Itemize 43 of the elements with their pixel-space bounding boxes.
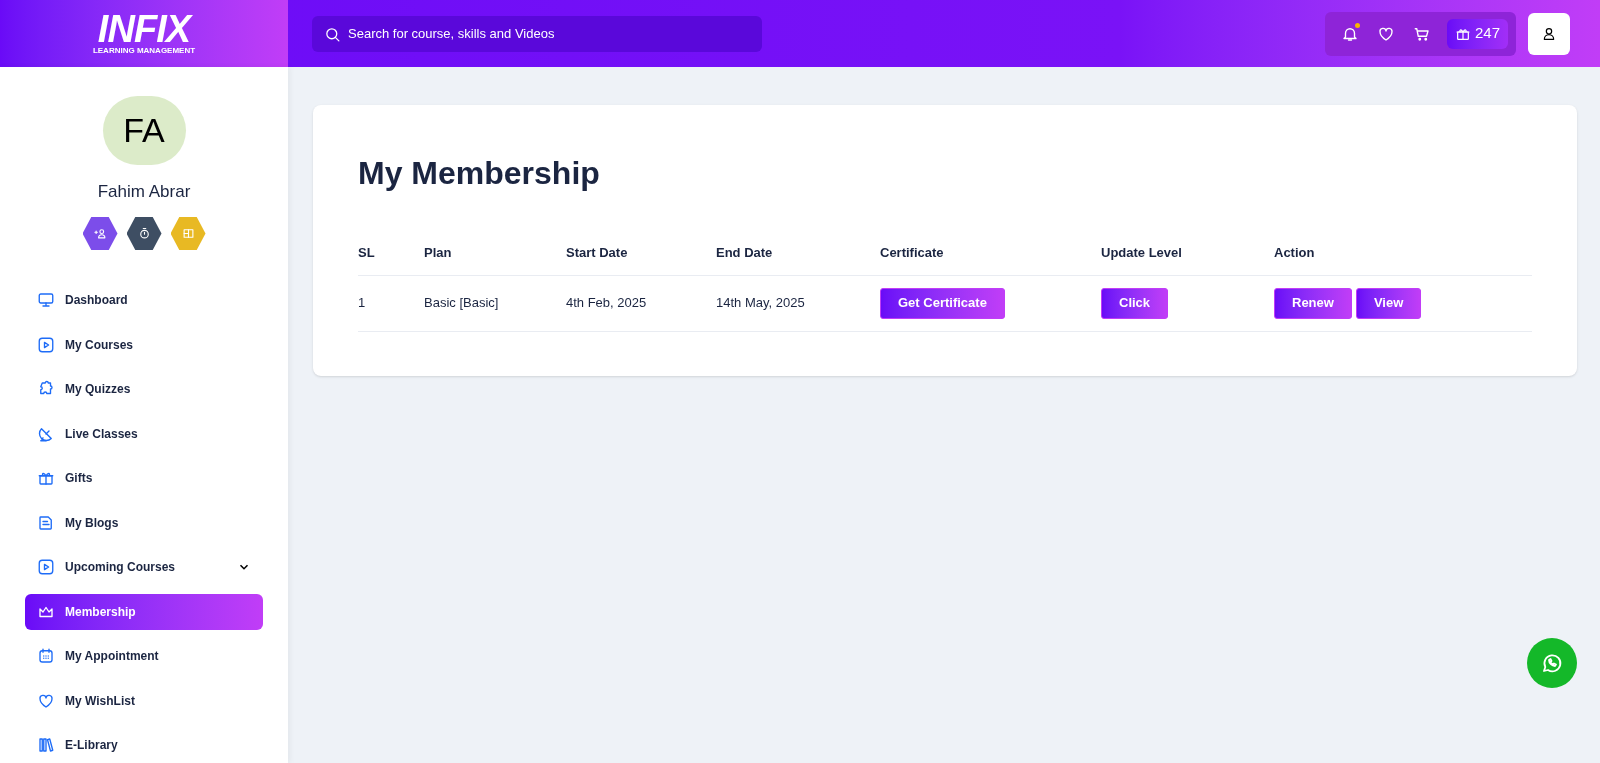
action-button[interactable]: View — [1355, 287, 1422, 319]
avatar: FA — [102, 96, 186, 165]
sidebar-item[interactable]: My Blogs — [25, 504, 263, 541]
sidebar-item[interactable]: My Courses — [25, 326, 263, 363]
table-cell: 1 — [358, 275, 424, 331]
sidebar-item[interactable]: Live Classes — [25, 415, 263, 452]
search-field[interactable]: Search for course, skills and Videos — [312, 15, 762, 52]
sidebar-item[interactable]: Upcoming Courses — [25, 549, 263, 585]
points-button[interactable]: 247 — [1446, 18, 1508, 49]
chat-bubble-icon — [1540, 651, 1564, 675]
user-icon — [1541, 25, 1557, 42]
play-icon — [37, 558, 55, 576]
note-icon — [37, 513, 55, 532]
books-icon — [37, 736, 55, 754]
user-button[interactable] — [1528, 12, 1570, 55]
column-header: End Date — [716, 231, 880, 275]
column-header: Plan — [424, 231, 566, 275]
chat-button[interactable] — [1527, 638, 1577, 688]
page-title: My Membership — [358, 154, 601, 193]
logo-title: INFIX — [97, 11, 191, 46]
sidebar-item[interactable]: My Appointment — [25, 638, 263, 674]
table-cell: 4th Feb, 2025 — [566, 275, 716, 331]
action-button[interactable]: Renew — [1274, 287, 1352, 319]
column-header: Action — [1274, 231, 1532, 275]
sidebar-item[interactable]: My Quizzes — [25, 371, 263, 407]
logo-subtitle: LEARNING MANAGEMENT — [92, 45, 196, 56]
sidebar-item[interactable]: My WishList — [25, 682, 263, 719]
sidebar-item[interactable]: E-Library — [25, 727, 263, 763]
monitor-icon — [37, 291, 55, 309]
column-header: Certificate — [880, 231, 1101, 275]
get-certificate-button[interactable]: Get Certificate — [880, 287, 1005, 319]
calendar-icon — [37, 647, 55, 665]
sidebar-item[interactable]: Gifts — [25, 460, 263, 496]
sidebar-item[interactable]: Dashboard — [25, 282, 263, 318]
table-cell: 14th May, 2025 — [716, 275, 880, 331]
update-level-button[interactable]: Click — [1101, 287, 1169, 319]
sidebar-item[interactable]: Membership — [25, 593, 263, 630]
table-cell: Basic [Basic] — [424, 275, 566, 331]
profile-name: Fahim Abrar — [97, 180, 191, 203]
column-header: Update Level — [1101, 231, 1274, 275]
column-header: SL — [358, 231, 424, 275]
play-icon — [37, 335, 55, 354]
column-header: Start Date — [566, 231, 716, 275]
